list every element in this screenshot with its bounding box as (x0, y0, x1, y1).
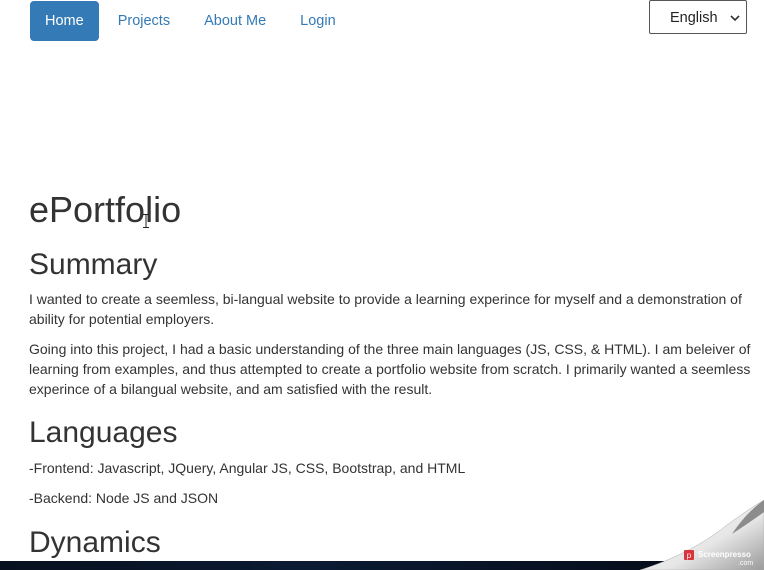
nav-home[interactable]: Home (30, 1, 99, 41)
svg-text:p: p (687, 551, 692, 560)
nav-about-me[interactable]: About Me (189, 1, 281, 41)
summary-paragraph: I wanted to create a seemless, bi-langua… (29, 291, 742, 327)
main-nav: Home Projects About Me Login (30, 1, 355, 41)
svg-text:Screenpresso: Screenpresso (698, 550, 751, 559)
summary-paragraph: Going into this project, I had a basic u… (29, 341, 751, 397)
nav-login[interactable]: Login (285, 1, 350, 41)
language-select[interactable]: English (649, 0, 747, 34)
frontend-languages: -Frontend: Javascript, JQuery, Angular J… (29, 460, 466, 476)
screenpresso-watermark: p Screenpresso .com (639, 500, 764, 570)
page-title: ePortfolio (29, 189, 182, 230)
language-select-value: English (670, 10, 718, 26)
chevron-down-icon (730, 15, 740, 22)
text-cursor-icon (143, 214, 149, 228)
languages-heading: Languages (29, 416, 178, 449)
summary-heading: Summary (29, 248, 158, 281)
svg-text:.com: .com (738, 560, 753, 567)
nav-projects[interactable]: Projects (103, 1, 185, 41)
